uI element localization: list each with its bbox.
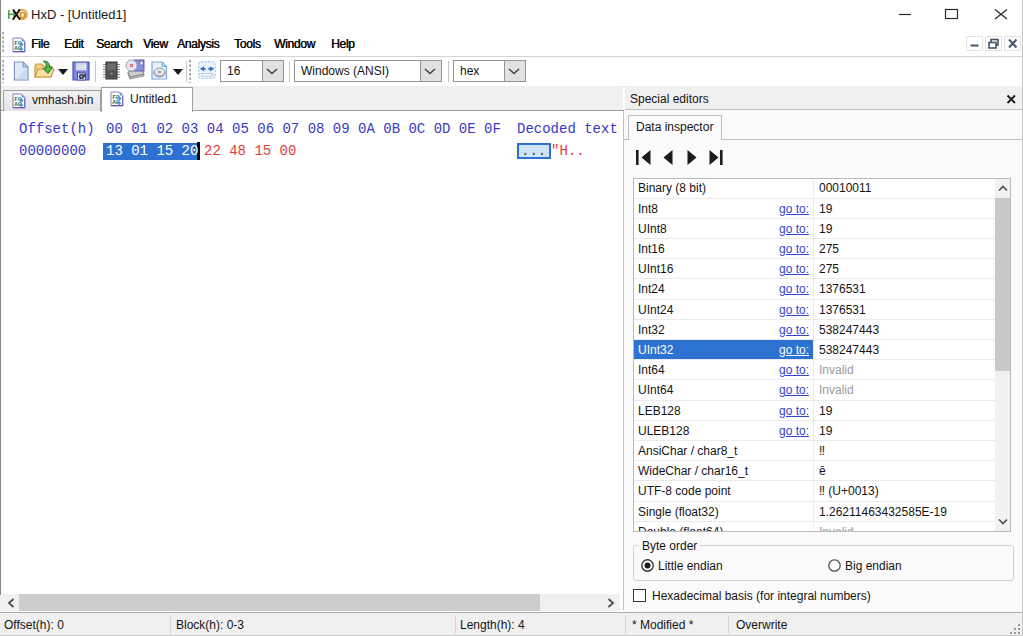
- svg-text:D: D: [19, 9, 26, 20]
